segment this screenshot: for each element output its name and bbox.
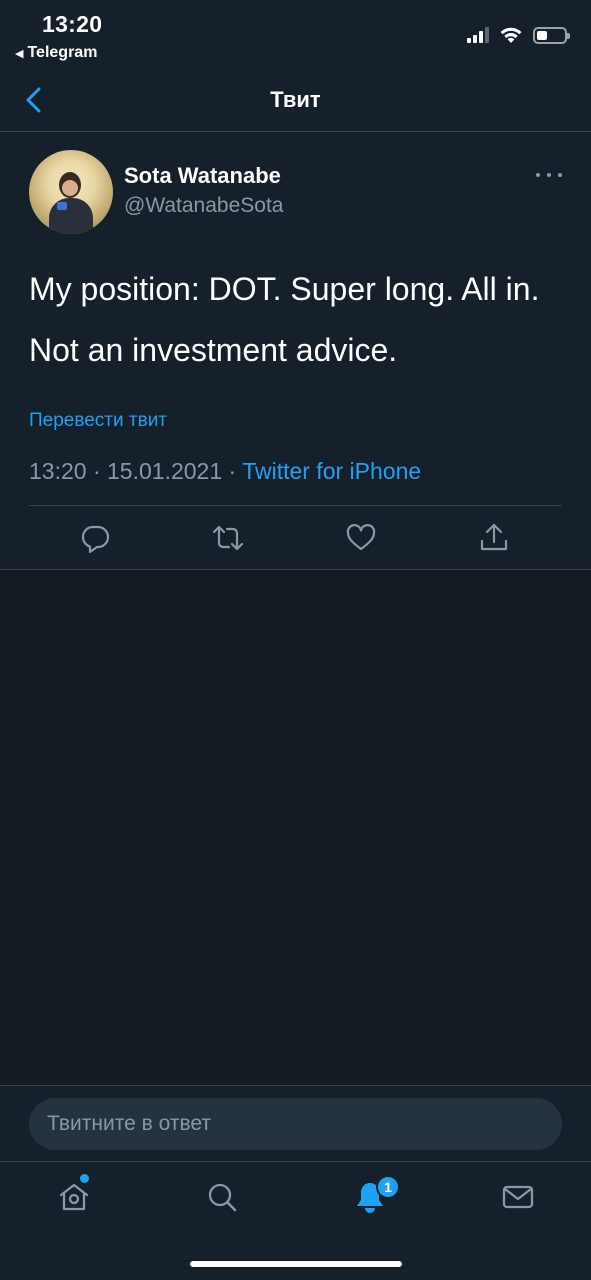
back-triangle-icon: ◀: [15, 47, 24, 60]
tab-bar: 1: [0, 1162, 591, 1280]
cellular-signal-icon: [467, 27, 489, 43]
battery-icon: [533, 26, 570, 44]
heart-icon: [346, 524, 376, 551]
replies-area: [0, 570, 591, 1085]
tweet-text-line-1: My position: DOT. Super long. All in.: [29, 271, 540, 307]
tweet-meta: 13:20 · 15.01.2021 · Twitter for iPhone: [29, 458, 421, 485]
retweet-button[interactable]: [212, 522, 244, 554]
divider: [29, 505, 562, 506]
status-time: 13:20: [42, 11, 103, 37]
wifi-icon: [500, 27, 522, 43]
nav-header: Твит: [0, 70, 591, 132]
more-dot-icon: [536, 173, 540, 177]
more-dot-icon: [547, 173, 551, 177]
more-options-button[interactable]: [536, 168, 562, 182]
mail-icon: [502, 1185, 534, 1209]
reply-button[interactable]: [79, 522, 111, 554]
share-button[interactable]: [478, 522, 510, 554]
tweet-client-link[interactable]: Twitter for iPhone: [242, 458, 421, 484]
tweet-detail: Sota Watanabe @WatanabeSota My position:…: [0, 132, 591, 570]
tweet-text-line-2: Not an investment advice.: [29, 332, 398, 368]
reply-icon: [81, 525, 110, 554]
page-title: Твит: [270, 87, 321, 112]
meta-separator: ·: [228, 458, 237, 484]
reply-bar: [0, 1085, 591, 1162]
tweet-actions: [0, 522, 591, 558]
tweet-time: 13:20: [29, 458, 87, 484]
battery-fill: [537, 30, 547, 40]
share-icon: [480, 523, 508, 551]
retweet-icon: [212, 525, 244, 551]
notifications-badge: 1: [376, 1175, 400, 1199]
like-button[interactable]: [345, 522, 377, 554]
back-app-label: Telegram: [27, 44, 98, 61]
tab-messages[interactable]: [501, 1180, 535, 1214]
author-handle[interactable]: @WatanabeSota: [124, 194, 283, 218]
home-icon: [59, 1183, 89, 1211]
author-name[interactable]: Sota Watanabe: [124, 163, 281, 189]
status-bar: 13:20 ◀ Telegram: [0, 0, 591, 70]
search-icon: [208, 1183, 237, 1212]
more-dot-icon: [558, 173, 562, 177]
status-icons: [467, 26, 570, 44]
translate-tweet-link[interactable]: Перевести твит: [29, 410, 167, 432]
tab-search[interactable]: [205, 1180, 239, 1214]
reply-input[interactable]: [29, 1098, 562, 1150]
back-to-telegram[interactable]: ◀ Telegram: [15, 44, 97, 62]
home-indicator: [190, 1261, 402, 1267]
tweet-date: 15.01.2021: [107, 458, 223, 484]
new-tweets-dot: [80, 1174, 89, 1183]
avatar[interactable]: [29, 150, 113, 234]
tab-home[interactable]: [57, 1180, 91, 1214]
meta-separator: ·: [92, 458, 101, 484]
